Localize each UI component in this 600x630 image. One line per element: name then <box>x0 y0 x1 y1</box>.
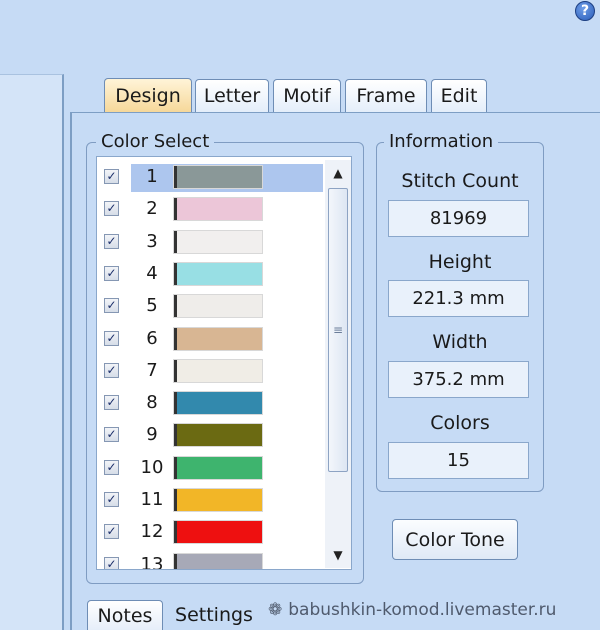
color-swatch <box>173 326 263 351</box>
color-number: 5 <box>146 295 158 317</box>
color-swatch <box>173 197 263 222</box>
color-number: 1 <box>146 166 158 187</box>
color-number: 13 <box>140 553 164 570</box>
tab-notes[interactable]: Notes <box>87 600 163 630</box>
color-checkbox[interactable]: ✓ <box>104 492 119 507</box>
color-number: 10 <box>140 456 164 478</box>
color-number: 3 <box>146 230 158 252</box>
color-list-item[interactable]: ✓ 10 <box>97 451 325 483</box>
color-swatch <box>173 358 263 383</box>
color-list-item[interactable]: ✓ 5 <box>97 289 325 321</box>
watermark-text: babushkin-komod.livemaster.ru <box>288 600 557 620</box>
color-number: 4 <box>146 262 158 284</box>
arrow-down-icon[interactable]: ▼ <box>325 544 351 566</box>
tab-edit[interactable]: Edit <box>431 79 487 112</box>
color-swatch <box>173 423 263 448</box>
tab-design[interactable]: Design <box>104 78 192 112</box>
left-panel <box>0 74 64 630</box>
color-checkbox[interactable]: ✓ <box>104 169 119 184</box>
color-list-scrollbar[interactable]: ▲ ≡ ▼ <box>325 160 351 568</box>
watermark: ❁ babushkin-komod.livemaster.ru <box>268 600 556 620</box>
flower-icon: ❁ <box>268 600 283 620</box>
checkmark-icon: ✓ <box>106 330 117 345</box>
color-swatch <box>173 229 263 254</box>
checkmark-icon: ✓ <box>106 298 117 313</box>
height-value: 221.3 mm <box>388 280 529 317</box>
color-list-item[interactable]: ✓ 11 <box>97 483 325 515</box>
color-number: 7 <box>146 359 158 381</box>
checkmark-icon: ✓ <box>106 459 117 474</box>
stitch-count-label: Stitch Count <box>401 170 519 192</box>
tab-letter[interactable]: Letter <box>195 79 269 112</box>
help-button[interactable]: ? <box>575 1 595 21</box>
color-number: 6 <box>146 327 158 349</box>
tab-settings[interactable]: Settings <box>168 600 260 630</box>
checkmark-icon: ✓ <box>106 492 117 506</box>
checkmark-icon: ✓ <box>106 395 117 410</box>
information-group <box>376 142 544 492</box>
checkmark-icon: ✓ <box>106 265 117 280</box>
color-checkbox[interactable]: ✓ <box>104 459 119 475</box>
color-swatch <box>173 294 263 319</box>
color-checkbox[interactable]: ✓ <box>104 395 119 411</box>
color-list-item[interactable]: ✓ 8 <box>97 386 325 418</box>
color-list-item[interactable]: ✓ 2 <box>97 192 325 224</box>
color-tone-button[interactable]: Color Tone <box>392 519 518 560</box>
color-select-title: Color Select <box>96 131 215 152</box>
checkmark-icon: ✓ <box>106 201 117 216</box>
color-checkbox[interactable]: ✓ <box>104 556 119 570</box>
checkmark-icon: ✓ <box>106 362 117 377</box>
color-swatch <box>173 261 263 286</box>
color-checkbox[interactable]: ✓ <box>104 524 119 540</box>
color-list: ✓ 1 ✓ 2 ✓ 3 ✓ 4 ✓ 5 ✓ 6 ✓ 7 ✓ 8 ✓ 9 ✓ 10 ✓ 11 ✓ 12 ✓ 13 <box>96 156 352 570</box>
color-checkbox[interactable]: ✓ <box>104 427 119 443</box>
colors-value: 15 <box>388 442 529 479</box>
color-swatch <box>173 488 263 512</box>
color-checkbox[interactable]: ✓ <box>104 362 119 378</box>
scroll-thumb[interactable]: ≡ <box>328 188 348 472</box>
color-list-item[interactable]: ✓ 13 <box>97 548 325 570</box>
information-title: Information <box>384 131 499 152</box>
color-swatch <box>173 391 263 416</box>
color-list-item[interactable]: ✓ 12 <box>97 515 325 547</box>
colors-label: Colors <box>430 412 490 434</box>
stitch-count-value: 81969 <box>388 200 529 237</box>
checkmark-icon: ✓ <box>106 233 117 248</box>
color-swatch <box>173 520 263 545</box>
checkmark-icon: ✓ <box>106 427 117 442</box>
color-checkbox[interactable]: ✓ <box>104 265 119 281</box>
color-number: 9 <box>146 424 158 446</box>
color-checkbox[interactable]: ✓ <box>104 201 119 217</box>
tab-motif[interactable]: Motif <box>273 79 341 112</box>
color-list-item[interactable]: ✓ 9 <box>97 418 325 450</box>
grip-icon: ≡ <box>332 323 344 337</box>
tab-frame[interactable]: Frame <box>345 79 427 112</box>
color-checkbox[interactable]: ✓ <box>104 298 119 314</box>
checkmark-icon: ✓ <box>106 169 117 183</box>
color-number: 2 <box>146 198 158 220</box>
color-number: 12 <box>140 521 164 543</box>
checkmark-icon: ✓ <box>106 556 117 570</box>
checkmark-icon: ✓ <box>106 524 117 539</box>
width-label: Width <box>432 331 488 353</box>
color-number: 11 <box>140 489 164 510</box>
color-checkbox[interactable]: ✓ <box>104 233 119 249</box>
help-icon: ? <box>580 3 590 19</box>
width-value: 375.2 mm <box>388 361 529 398</box>
color-list-item[interactable]: ✓ 4 <box>97 257 325 289</box>
color-list-item[interactable]: ✓ 6 <box>97 322 325 354</box>
color-checkbox[interactable]: ✓ <box>104 330 119 346</box>
color-number: 8 <box>146 392 158 414</box>
color-list-item[interactable]: ✓ 1 <box>97 160 325 192</box>
color-swatch <box>173 165 263 189</box>
color-list-item[interactable]: ✓ 7 <box>97 354 325 386</box>
color-swatch <box>173 455 263 480</box>
color-swatch <box>173 552 263 569</box>
height-label: Height <box>428 251 492 273</box>
color-list-item[interactable]: ✓ 3 <box>97 225 325 257</box>
arrow-up-icon[interactable]: ▲ <box>325 162 351 184</box>
